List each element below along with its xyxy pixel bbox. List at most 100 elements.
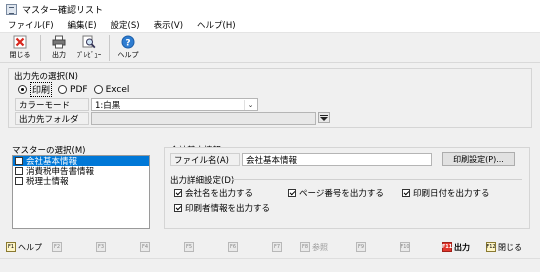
radio-pdf-dot [58,85,68,94]
fkey-f5-key: F5 [184,242,194,252]
master-list[interactable]: 会社基本情報 消費税申告書情報 税理士情報 [12,155,150,229]
radio-excel-dot [93,85,103,94]
printer-icon [52,35,66,49]
fkey-f5[interactable]: F5 [184,240,196,254]
list-item-checkbox[interactable] [15,157,23,165]
fkey-f9[interactable]: F9 [356,240,368,254]
fkey-f12[interactable]: F12 閉じる [486,240,522,254]
radio-pdf-label: PDF [70,84,88,95]
radio-print[interactable]: 印刷 [18,82,53,97]
list-item-checkbox[interactable] [15,167,23,175]
fkey-f6[interactable]: F6 [228,240,240,254]
print-settings-button-label: 印刷設定(P)... [453,154,504,164]
fkey-f7[interactable]: F7 [272,240,284,254]
fkey-f7-key: F7 [272,242,282,252]
close-icon [13,35,27,49]
fkey-f1-label: ヘルプ [18,242,42,252]
filename-value: 会社基本情報 [246,155,298,166]
fkey-f12-key: F12 [486,242,496,252]
output-destination-label: 出力先の選択(N) [14,72,78,82]
help-icon: ? [121,35,135,49]
app-icon [6,3,17,15]
close-button[interactable]: 閉じる [6,35,34,60]
filename-input[interactable]: 会社基本情報 [242,153,432,166]
preview-button-label: ﾌﾟﾚﾋﾞｭｰ [76,51,102,59]
fkey-f8-key: F8 [300,242,310,252]
menu-view[interactable]: 表示(V) [154,19,183,31]
checkbox-box [174,204,182,212]
fkey-f6-key: F6 [228,242,238,252]
detail-settings-label: 出力詳細設定(D) [170,176,235,186]
fkey-f1[interactable]: F1 ヘルプ [6,240,42,254]
fkey-f3-key: F3 [96,242,106,252]
divider [232,179,522,180]
output-radio-group: 印刷 PDF Excel [18,82,135,97]
function-key-bar: F1 ヘルプ F2 F3 F4 F5 F6 F7 F8 参照 F9 F10 F1… [0,240,540,256]
chevron-down-icon: ⌄ [244,100,256,110]
fkey-f11[interactable]: F11 出力 [442,240,470,254]
dropdown-arrow-icon [320,114,328,121]
fkey-f10[interactable]: F10 [400,240,412,254]
print-settings-button[interactable]: 印刷設定(P)... [442,152,515,166]
checkbox-label: ページ番号を出力する [299,189,384,199]
checkbox-box [174,189,182,197]
page-number-checkbox[interactable]: ページ番号を出力する [288,187,384,199]
help-button-label: ヘルプ [117,51,139,59]
list-item[interactable]: 税理士情報 [13,176,149,187]
preview-button[interactable]: ﾌﾟﾚﾋﾞｭｰ [75,35,103,60]
output-button-label: 出力 [52,51,66,59]
list-item-label: 税理士情報 [26,177,69,187]
output-folder-input[interactable] [91,112,316,125]
filename-label: ファイル名(A) [170,153,240,166]
printer-info-checkbox[interactable]: 印刷者情報を出力する [174,202,270,214]
help-button[interactable]: ? ヘルプ [114,35,142,60]
fkey-f11-key: F11 [441,242,453,252]
checkbox-label: 印刷日付を出力する [413,189,490,199]
print-date-checkbox[interactable]: 印刷日付を出力する [402,187,490,199]
menu-file[interactable]: ファイル(F) [8,19,54,31]
output-folder-label-text: 出力先フォルダ [19,114,79,125]
fkey-f1-key: F1 [6,242,16,252]
filename-label-text: ファイル名(A) [174,155,229,166]
fkey-f10-key: F10 [400,242,410,252]
magnifier-icon [82,35,96,49]
close-button-label: 閉じる [9,51,31,59]
checkbox-box [288,189,296,197]
fkey-f3[interactable]: F3 [96,240,108,254]
fkey-f4[interactable]: F4 [140,240,152,254]
color-mode-label-text: カラーモード [19,100,71,111]
list-item-checkbox[interactable] [15,177,23,185]
checkbox-label: 印刷者情報を出力する [185,204,271,214]
status-bar [0,258,540,272]
menu-help[interactable]: ヘルプ(H) [197,19,236,31]
fkey-f2-key: F2 [52,242,62,252]
svg-text:?: ? [125,39,130,49]
toolbar-separator [109,35,110,61]
checkbox-box [402,189,410,197]
toolbar-separator [40,35,41,61]
company-name-checkbox[interactable]: 会社名を出力する [174,187,253,199]
menu-bar: ファイル(F) 編集(E) 設定(S) 表示(V) ヘルプ(H) [0,18,540,33]
color-mode-select[interactable]: 1:白黒 ⌄ [91,98,258,111]
menu-edit[interactable]: 編集(E) [68,19,97,31]
output-button[interactable]: 出力 [45,35,73,60]
fkey-f4-key: F4 [140,242,150,252]
output-folder-label: 出力先フォルダ [15,112,89,125]
folder-browse-button[interactable] [318,112,330,123]
fkey-f8-label: 参照 [312,242,328,252]
checkbox-label: 会社名を出力する [185,189,254,199]
radio-print-label: 印刷 [30,82,53,97]
radio-excel-label: Excel [105,84,130,95]
radio-pdf[interactable]: PDF [58,85,88,95]
menu-settings[interactable]: 設定(S) [111,19,140,31]
fkey-f9-key: F9 [356,242,366,252]
fkey-f2[interactable]: F2 [52,240,64,254]
radio-print-dot [18,85,27,94]
fkey-f8[interactable]: F8 参照 [300,240,328,254]
fkey-f12-label: 閉じる [498,242,522,252]
color-mode-value: 1:白黒 [95,100,121,111]
fkey-f11-label: 出力 [454,242,470,252]
color-mode-label: カラーモード [15,98,89,111]
toolbar: 閉じる 出力 ﾌﾟﾚﾋﾞｭｰ ? ヘルプ [0,33,540,63]
radio-excel[interactable]: Excel [93,84,130,95]
